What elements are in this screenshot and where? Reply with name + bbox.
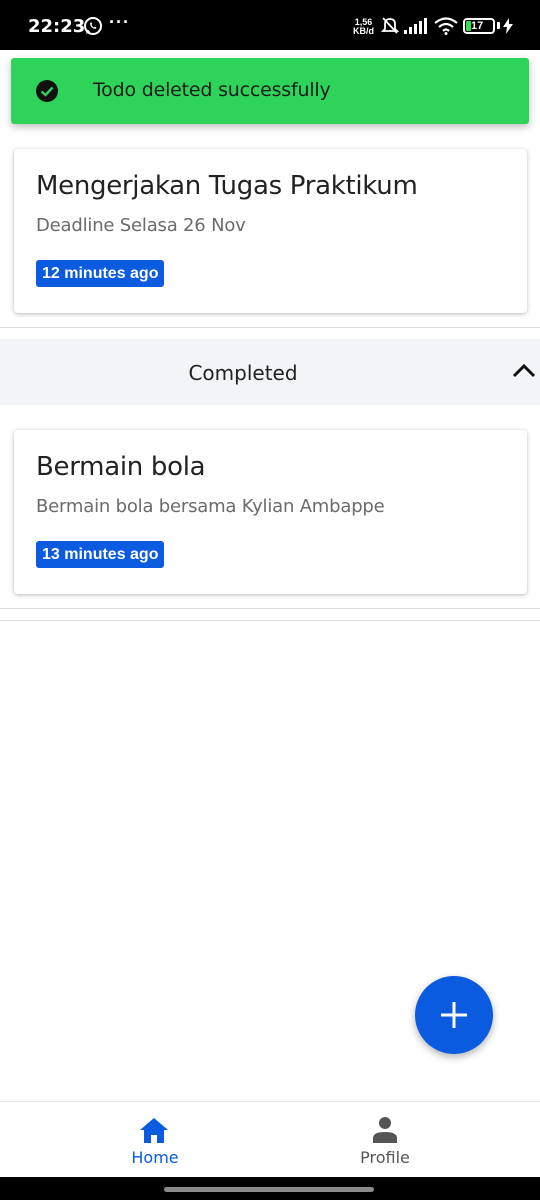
wifi-icon [434,17,458,35]
charging-bolt-icon [503,18,513,34]
gesture-bar [0,1177,540,1200]
whatsapp-icon [84,17,102,35]
home-icon [140,1118,168,1143]
todo-card[interactable]: Mengerjakan Tugas Praktikum Deadline Sel… [14,149,527,313]
divider [0,620,540,621]
todo-title: Bermain bola [36,452,206,482]
battery-level: 17 [471,20,484,32]
add-todo-button[interactable] [415,976,493,1054]
status-bar: 22:23 ··· 1,56 KB/d 17 [0,0,540,50]
toast-message: Todo deleted successfully [93,79,331,101]
mute-bell-icon [380,17,400,34]
divider [0,608,540,609]
time-ago-badge: 13 minutes ago [36,541,165,568]
more-dots-icon: ··· [109,12,130,32]
todo-description: Deadline Selasa 26 Nov [36,215,246,236]
check-circle-icon [36,80,58,102]
nav-label-profile: Profile [360,1148,410,1167]
todo-description: Bermain bola bersama Kylian Ambappe [36,496,385,517]
time-ago-badge: 12 minutes ago [36,260,165,287]
battery-tip [497,22,500,29]
completed-todo-card[interactable]: Bermain bola Bermain bola bersama Kylian… [14,430,527,594]
section-title: Completed [188,361,298,385]
completed-section-header[interactable]: Completed [0,339,540,405]
network-speed: 1,56 KB/d [353,17,374,36]
signal-icon [404,18,427,34]
chevron-up-icon[interactable] [511,361,537,381]
battery-icon: 17 [463,18,495,34]
nav-profile[interactable]: Profile [250,1102,520,1178]
success-toast[interactable]: Todo deleted successfully [11,58,529,124]
person-icon [373,1117,397,1143]
status-time: 22:23 [28,16,86,37]
todo-title: Mengerjakan Tugas Praktikum [36,171,418,201]
home-indicator[interactable] [164,1187,374,1192]
divider [0,327,540,328]
plus-icon [441,1002,467,1028]
bottom-navigation: Home Profile [0,1101,540,1177]
